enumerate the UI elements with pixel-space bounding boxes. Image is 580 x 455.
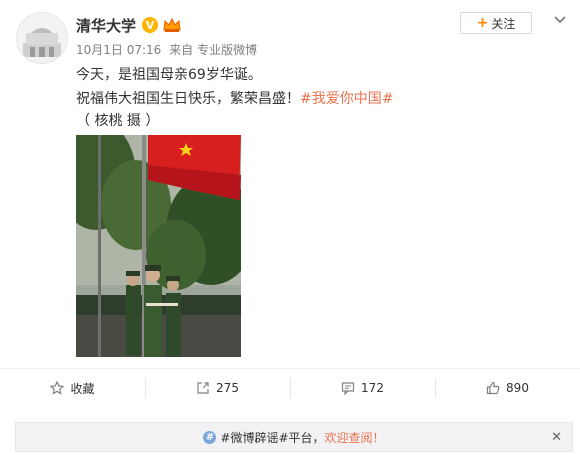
info-icon: # <box>203 430 217 444</box>
user-name[interactable]: 清华大学 <box>76 15 136 36</box>
action-bar: 收藏 275 172 890 <box>0 368 580 407</box>
notice-link[interactable]: 欢迎查阅！ <box>325 429 385 446</box>
comment-icon <box>341 382 355 395</box>
post-text-greeting: 祝福伟大祖国生日快乐，繁荣昌盛！ <box>76 91 300 107</box>
hashtag-link[interactable]: #我爱你中国# <box>300 91 393 107</box>
post-text-line-1: 今天，是祖国母亲69岁华诞。 <box>76 67 262 83</box>
comment-count: 172 <box>361 381 384 395</box>
follow-button[interactable]: + 关注 <box>460 12 532 34</box>
more-options-button[interactable] <box>552 12 568 28</box>
star-icon <box>50 381 65 395</box>
favorite-label: 收藏 <box>70 381 95 396</box>
weibo-post-card: 清华大学 V + 关注 10月1日 07:16 来自 专业版微博 今天，是祖国母亲… <box>0 0 580 455</box>
favorite-button[interactable]: 收藏 <box>0 369 145 407</box>
like-count: 890 <box>506 381 529 395</box>
user-avatar[interactable] <box>16 12 68 64</box>
crown-member-icon[interactable] <box>162 17 182 33</box>
source-prefix: 来自 <box>169 43 194 57</box>
plus-icon: + <box>476 15 489 31</box>
verified-v-icon[interactable]: V <box>142 17 159 33</box>
repost-count: 275 <box>216 381 239 395</box>
close-icon[interactable]: ✕ <box>551 430 562 445</box>
post-text-line-3: （ 核桃 摄 ） <box>76 113 160 129</box>
post-source[interactable]: 专业版微博 <box>197 43 257 57</box>
post-time[interactable]: 10月1日 07:16 <box>76 43 161 57</box>
post-text-line-2: 祝福伟大祖国生日快乐，繁荣昌盛！#我爱你中国# <box>76 88 393 108</box>
share-icon <box>197 382 209 394</box>
like-icon <box>486 381 500 395</box>
repost-button[interactable]: 275 <box>145 369 290 407</box>
rumor-notice-bar: # #微博辟谣#平台， 欢迎查阅！ ✕ <box>15 422 573 452</box>
post-meta: 10月1日 07:16 来自 专业版微博 <box>76 41 261 58</box>
chevron-down-icon <box>554 16 566 24</box>
like-button[interactable]: 890 <box>435 369 580 407</box>
post-image[interactable] <box>76 135 241 357</box>
follow-label: 关注 <box>491 16 516 31</box>
comment-button[interactable]: 172 <box>290 369 435 407</box>
user-name-row: 清华大学 V <box>76 14 182 36</box>
notice-text: #微博辟谣#平台， <box>220 430 325 445</box>
